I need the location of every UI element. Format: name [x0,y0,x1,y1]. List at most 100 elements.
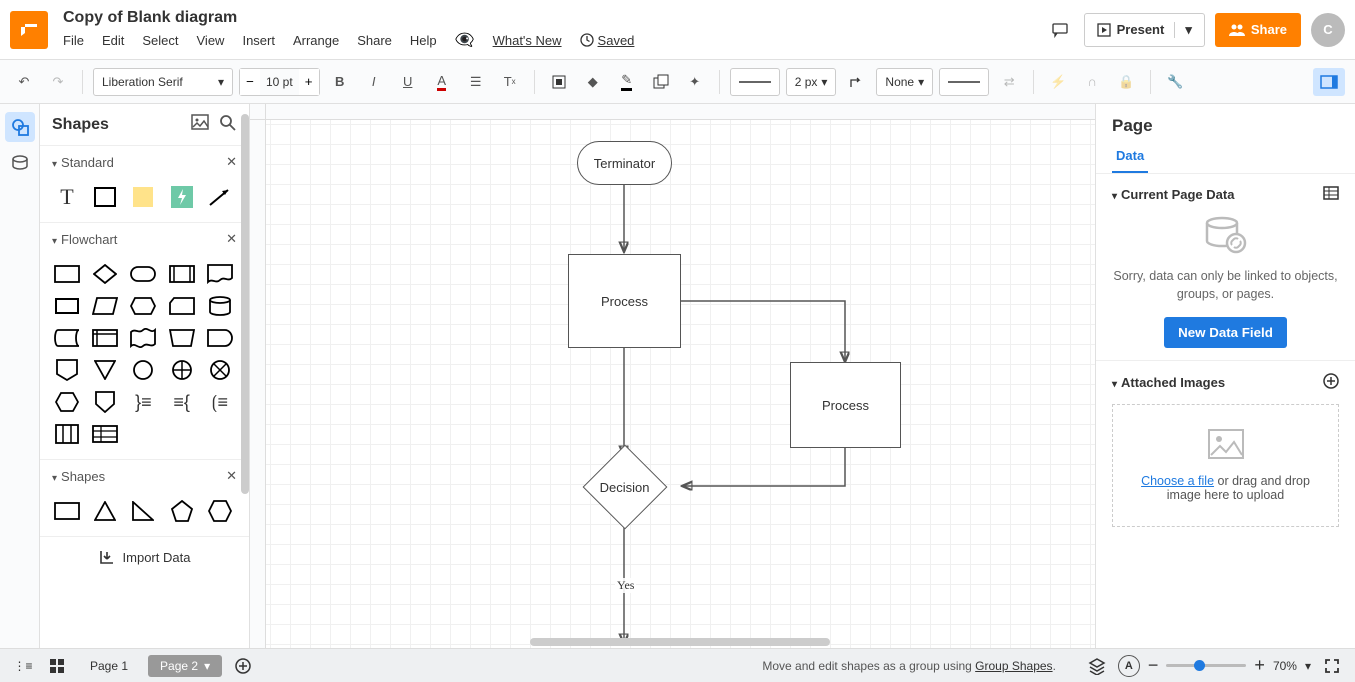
menu-select[interactable]: Select [142,33,178,48]
comment-icon[interactable] [1046,16,1074,44]
node-process-2[interactable]: Process [790,362,901,448]
image-icon[interactable] [191,114,209,135]
menu-file[interactable]: File [63,33,84,48]
canvas[interactable]: Terminator Process Process Decision Yes [250,104,1095,648]
bold-button[interactable]: B [326,68,354,96]
list-view-icon[interactable]: ⋮≡ [10,653,36,679]
menu-share[interactable]: Share [357,33,392,48]
binoculars-icon[interactable]: 👁‍🗨 [455,30,475,50]
redo-button[interactable]: ↷ [44,68,72,96]
font-size-increase[interactable]: + [299,69,319,95]
shapes-rail-button[interactable] [5,112,35,142]
fc-preparation[interactable] [128,293,158,319]
grid-icon[interactable] [1323,186,1339,203]
line-style-select[interactable] [730,68,780,96]
fc-document[interactable] [205,261,235,287]
swap-ends-button[interactable]: ⇄ [995,68,1023,96]
sh-triangle[interactable] [90,498,120,524]
zoom-out-button[interactable]: − [1148,655,1159,676]
fc-manual[interactable] [167,325,197,351]
fc-decision[interactable] [90,261,120,287]
fc-terminator[interactable] [128,261,158,287]
align-button[interactable]: ☰ [462,68,490,96]
line-route-button[interactable] [842,68,870,96]
border-color-button[interactable]: ✎ [613,68,641,96]
search-icon[interactable] [219,114,237,135]
fc-process[interactable] [52,261,82,287]
group-shapes-link[interactable]: Group Shapes [975,659,1052,673]
present-caret[interactable]: ▾ [1174,22,1192,38]
user-avatar[interactable]: C [1311,13,1345,47]
choose-file-link[interactable]: Choose a file [1141,474,1214,488]
fc-shield[interactable] [90,389,120,415]
group-flowchart-header[interactable]: ▾Flowchart ✕ [40,223,249,255]
magnet-icon[interactable]: ∩ [1078,68,1106,96]
fc-card[interactable]: ⟮≡ [205,389,235,415]
shape-note[interactable] [128,184,158,210]
menu-arrange[interactable]: Arrange [293,33,339,48]
fc-predefined[interactable] [167,261,197,287]
share-button[interactable]: Share [1215,13,1301,47]
zoom-in-button[interactable]: + [1254,655,1265,676]
image-dropzone[interactable]: Choose a file or drag and drop image her… [1112,404,1339,527]
fc-merge[interactable] [90,357,120,383]
fill-button[interactable] [545,68,573,96]
accessibility-icon[interactable]: A [1118,655,1140,677]
fc-delay[interactable] [205,325,235,351]
underline-button[interactable]: U [394,68,422,96]
close-icon[interactable]: ✕ [226,468,237,484]
section-current-page-data[interactable]: ▾Current Page Data [1112,186,1339,203]
text-color-button[interactable]: A [428,68,456,96]
font-family-select[interactable]: Liberation Serif▾ [93,68,233,96]
section-attached-images[interactable]: ▾Attached Images [1112,373,1339,392]
italic-button[interactable]: I [360,68,388,96]
fc-storage[interactable] [52,325,82,351]
menu-view[interactable]: View [197,33,225,48]
menu-edit[interactable]: Edit [102,33,124,48]
fc-sum[interactable] [205,357,235,383]
sh-right-tri[interactable] [128,498,158,524]
add-page-button[interactable] [230,653,256,679]
fc-hex[interactable] [52,389,82,415]
fc-display[interactable] [52,293,82,319]
canvas-scrollbar[interactable] [530,638,830,646]
fc-tape[interactable] [128,325,158,351]
bolt-icon[interactable]: ⚡ [1044,68,1072,96]
import-data-button[interactable]: Import Data [40,536,249,577]
layers-icon[interactable] [1084,653,1110,679]
fc-input[interactable] [167,293,197,319]
sh-hexagon[interactable] [205,498,235,524]
line-width-select[interactable]: 2 px ▾ [786,68,837,96]
sh-rect[interactable] [52,498,82,524]
shape-style-button[interactable] [647,68,675,96]
fc-table2[interactable] [90,421,120,447]
whats-new-link[interactable]: What's New [493,33,562,48]
close-icon[interactable]: ✕ [226,154,237,170]
fullscreen-icon[interactable] [1319,653,1345,679]
app-logo[interactable] [10,11,48,49]
fc-internal[interactable] [90,325,120,351]
menu-help[interactable]: Help [410,33,437,48]
fc-or[interactable] [167,357,197,383]
grid-view-icon[interactable] [44,653,70,679]
close-icon[interactable]: ✕ [226,231,237,247]
undo-button[interactable]: ↶ [10,68,38,96]
tab-data[interactable]: Data [1112,140,1148,173]
document-title[interactable]: Copy of Blank diagram [63,9,1046,27]
shape-bolt[interactable] [167,184,197,210]
present-button[interactable]: Present ▾ [1084,13,1205,47]
node-process-1[interactable]: Process [568,254,681,348]
zoom-level[interactable]: 70% [1273,659,1297,673]
fc-connector[interactable] [128,357,158,383]
group-standard-header[interactable]: ▾Standard ✕ [40,146,249,178]
group-shapes-header[interactable]: ▾Shapes ✕ [40,460,249,492]
node-terminator[interactable]: Terminator [577,141,672,185]
fc-data[interactable] [90,293,120,319]
font-size-stepper[interactable]: − 10 pt + [239,68,320,96]
toggle-right-panel[interactable] [1313,68,1345,96]
edge-label-yes[interactable]: Yes [615,578,636,593]
fc-database[interactable] [205,293,235,319]
magic-button[interactable]: ✦ [681,68,709,96]
data-rail-button[interactable] [5,148,35,178]
fc-offpage[interactable] [52,357,82,383]
